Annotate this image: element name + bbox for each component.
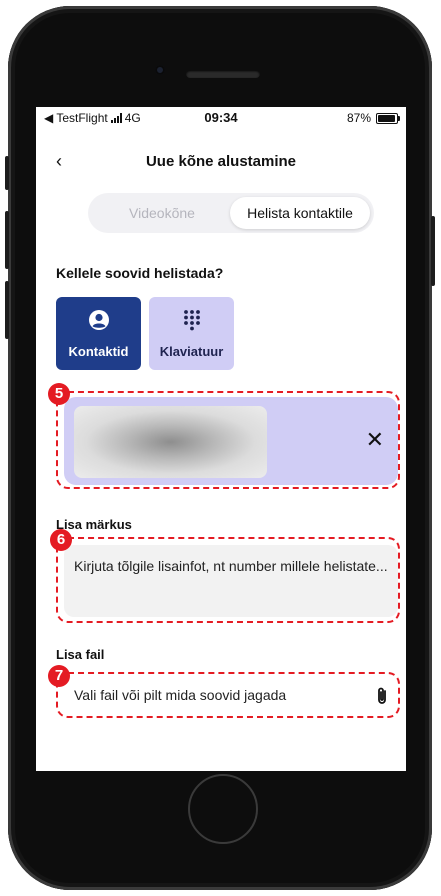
page-title: Uue kõne alustamine (145, 153, 297, 170)
earpiece-speaker (186, 70, 260, 78)
note-label: Lisa märkus (56, 517, 132, 532)
person-circle-icon (56, 309, 141, 331)
annotation-frame-contact (56, 391, 400, 489)
recipient-question: Kellele soovid helistada? (56, 265, 224, 281)
battery-percent: 87% (346, 111, 371, 125)
dialpad-icon (149, 309, 234, 331)
silent-switch (5, 156, 9, 190)
keypad-mode-label: Klaviatuur (159, 344, 224, 359)
status-right: 87% (346, 111, 400, 125)
annotation-badge-5: 5 (48, 383, 70, 405)
annotation-frame-note (56, 537, 400, 623)
contacts-mode-button[interactable]: Kontaktid (56, 297, 141, 370)
power-button (431, 216, 435, 286)
contacts-mode-label: Kontaktid (68, 344, 129, 359)
volume-down-button (5, 281, 9, 339)
battery-icon (376, 112, 400, 124)
front-camera (155, 65, 165, 75)
annotation-badge-6: 6 (50, 529, 72, 551)
tab-video-call[interactable]: Videokõne (102, 197, 222, 229)
call-type-segmented-control: Videokõne Helista kontaktile (88, 193, 374, 233)
volume-up-button (5, 211, 9, 269)
app-screen: ◀ TestFlight 4G 09:34 87% ‹ Uue kõne alu… (36, 107, 406, 771)
file-label: Lisa fail (56, 647, 105, 662)
annotation-frame-file (56, 672, 400, 718)
keypad-mode-button[interactable]: Klaviatuur (149, 297, 234, 370)
annotation-badge-7: 7 (48, 665, 70, 687)
status-bar: ◀ TestFlight 4G 09:34 87% (36, 107, 406, 129)
home-button[interactable] (188, 774, 258, 844)
tab-call-contact[interactable]: Helista kontaktile (230, 197, 370, 229)
